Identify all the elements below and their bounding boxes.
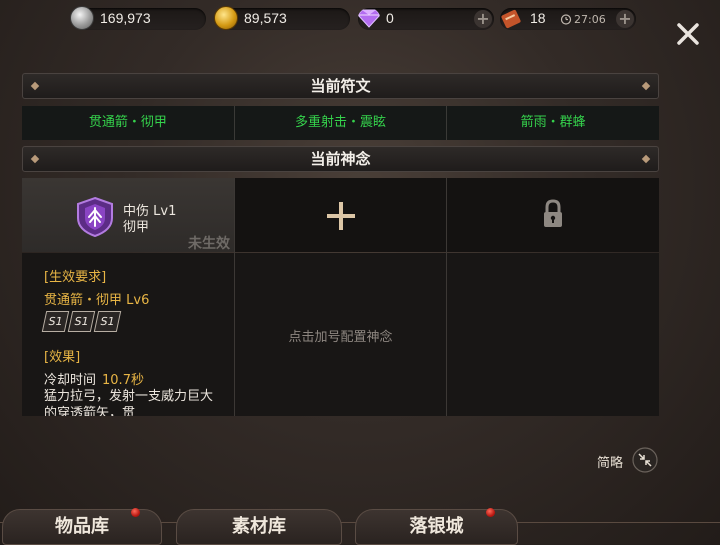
s1-badge: S1 (67, 311, 96, 332)
shennian-section-header: 当前神念 (22, 146, 659, 172)
requirement-text: 贯通箭・彻甲 Lv6 (44, 293, 150, 308)
brief-label: 简略 (597, 456, 624, 471)
runes-section-header: 当前符文 (22, 73, 659, 99)
rune-item[interactable]: 箭雨・群蜂 (447, 106, 659, 140)
emblem-icon (77, 196, 113, 238)
notification-dot (486, 508, 495, 517)
silver-resource: 169,973 (70, 6, 206, 30)
rune-item[interactable]: 贯通箭・彻甲 (22, 106, 235, 140)
header-dot-left (30, 154, 40, 164)
cooldown-value: 10.7秒 (102, 373, 144, 388)
requirement-icons: S1 S1 S1 (41, 311, 122, 332)
requirement-title: [生效要求] (44, 270, 107, 285)
shennian-slot-2[interactable]: 点击加号配置神念 (235, 178, 446, 416)
shennian-slot-1[interactable]: 中伤 Lv1 彻甲 未生效 [生效要求] 贯通箭・彻甲 Lv6 S1 S1 S1… (22, 178, 234, 416)
s1-badge: S1 (41, 311, 70, 332)
add-ticket-button[interactable]: + (616, 10, 634, 28)
gem-resource: 0 + (358, 8, 494, 30)
configure-hint: 点击加号配置神念 (288, 330, 393, 345)
shennian-panel: 中伤 Lv1 彻甲 未生效 [生效要求] 贯通箭・彻甲 Lv6 S1 S1 S1… (22, 178, 659, 416)
rune-item[interactable]: 多重射击・震眩 (235, 106, 448, 140)
header-dot-right (641, 81, 651, 91)
tab-luoyin-city[interactable]: 落银城 (355, 508, 518, 545)
ticket-value: 18 (530, 10, 546, 26)
silver-coin-icon (70, 6, 94, 30)
notification-dot (131, 508, 140, 517)
shennian-slot-1-header[interactable]: 中伤 Lv1 彻甲 未生效 (22, 178, 234, 252)
diamond-icon (358, 9, 380, 28)
header-dot-right (641, 154, 651, 164)
gold-resource: 89,573 (214, 6, 350, 30)
tab-item-storage[interactable]: 物品库 (2, 508, 162, 545)
s1-badge: S1 (93, 311, 122, 332)
effect-description: 猛力拉弓，发射一支威力巨大的穿透箭矢，贯 (44, 389, 214, 416)
alarm-icon (560, 14, 572, 25)
runes-section-title: 当前符文 (310, 77, 371, 95)
silver-value: 169,973 (100, 10, 151, 26)
add-gem-button[interactable]: + (474, 10, 492, 28)
shennian-section-title: 当前神念 (310, 150, 371, 168)
tab-label: 素材库 (232, 516, 286, 537)
collapse-icon[interactable] (632, 447, 658, 473)
plus-icon (327, 202, 355, 230)
locked-slot[interactable] (447, 178, 659, 252)
shennian-slot-3[interactable] (447, 178, 659, 416)
tab-label: 物品库 (55, 516, 109, 537)
gold-value: 89,573 (244, 10, 287, 26)
add-shennian-button[interactable] (235, 178, 446, 252)
effect-title: [效果] (44, 350, 81, 365)
gold-coin-icon (214, 6, 238, 30)
bottom-tabs: 物品库 素材库 落银城 (0, 505, 720, 545)
resource-bar: 169,973 89,573 0 + 18 27:06 + (0, 5, 720, 31)
status-badge: 未生效 (188, 236, 230, 252)
tab-label: 落银城 (409, 516, 464, 537)
lock-icon (544, 199, 562, 227)
shennian-slot-3-body (447, 253, 659, 416)
shennian-subtitle: 彻甲 (123, 220, 150, 235)
ticket-resource: 18 27:06 + (500, 8, 636, 30)
rune-list: 贯通箭・彻甲 多重射击・震眩 箭雨・群蜂 (22, 106, 659, 140)
cooldown-label: 冷却时间 (44, 373, 97, 388)
header-dot-left (30, 81, 40, 91)
tab-material-storage[interactable]: 素材库 (176, 509, 342, 545)
ticket-icon (501, 9, 521, 29)
gem-value: 0 (386, 10, 394, 26)
close-icon[interactable] (674, 20, 702, 48)
cooldown-line: 冷却时间 10.7秒 (44, 369, 144, 388)
refill-timer: 27:06 (574, 13, 606, 26)
